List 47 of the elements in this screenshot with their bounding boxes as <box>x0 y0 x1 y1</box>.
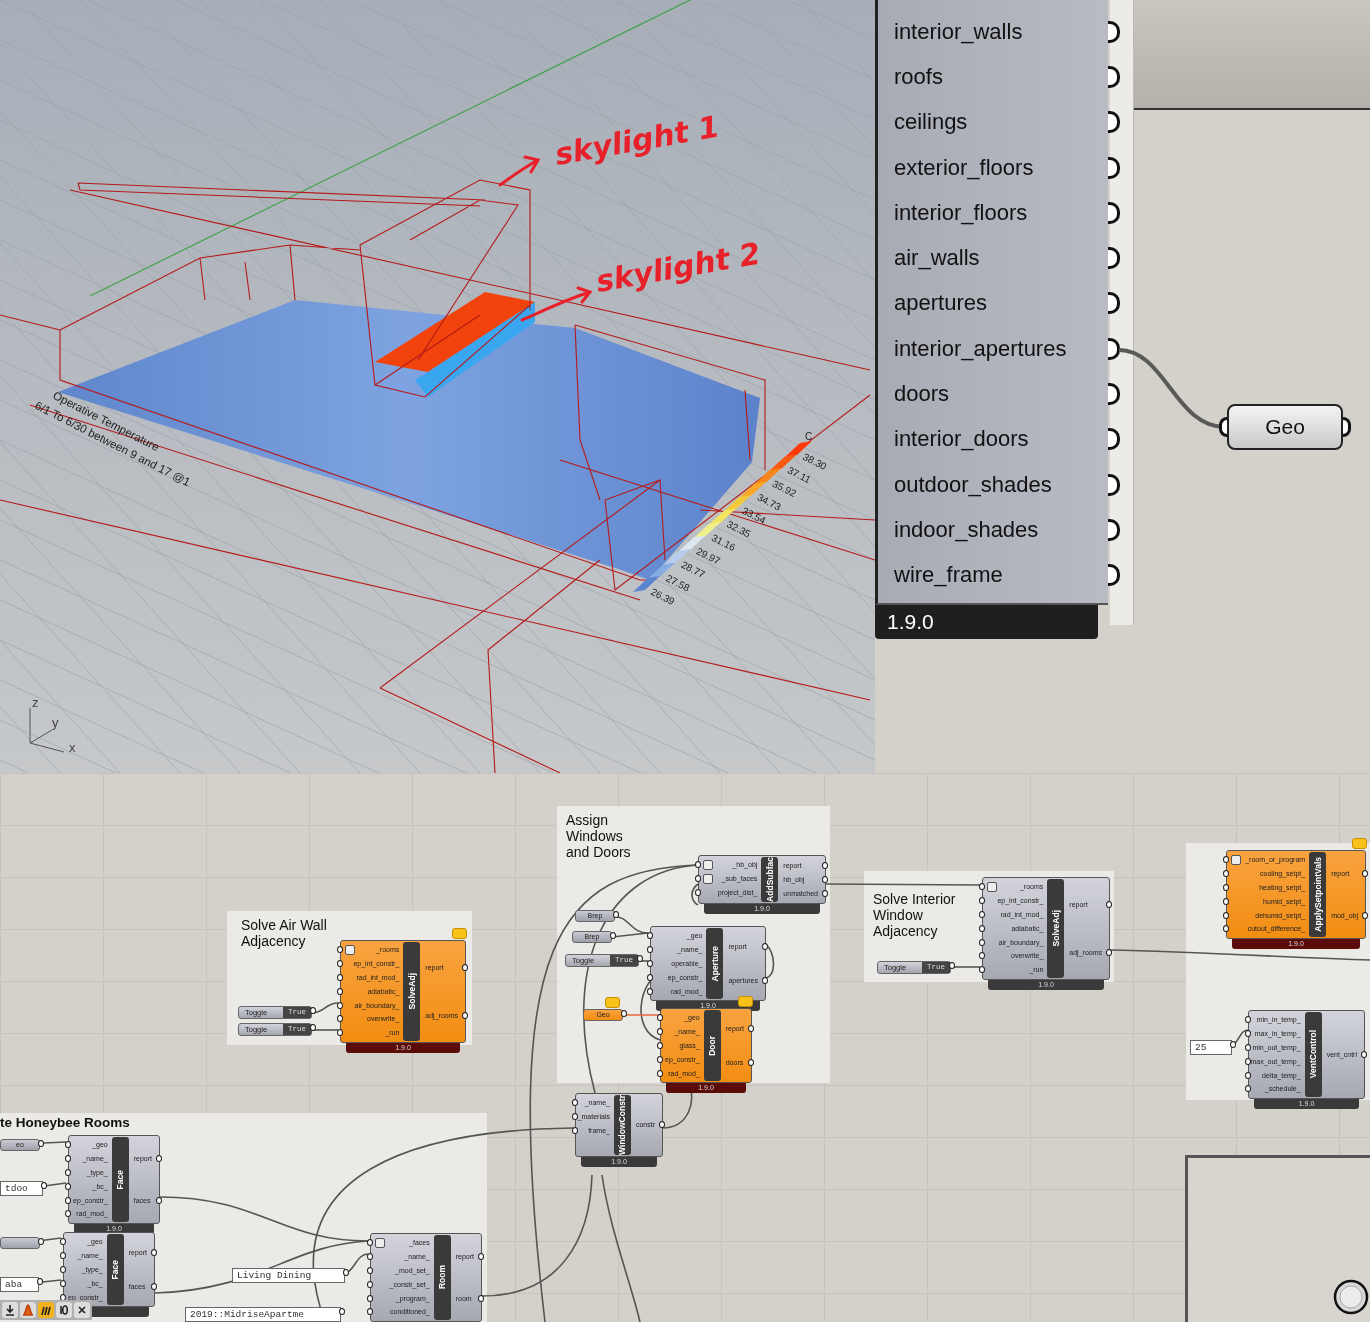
output-label: indoor_shades <box>894 516 1039 543</box>
output-label: roofs <box>894 63 943 90</box>
component-name: Room <box>437 1265 448 1290</box>
bars-icon[interactable] <box>38 1302 54 1318</box>
component-name: ApplySetpointVals <box>1312 857 1323 932</box>
axis-gizmo-icon <box>29 707 65 753</box>
arrow-icon <box>520 286 592 322</box>
output-label: interior_floors <box>894 199 1028 226</box>
component-name: AddSubfac <box>764 857 775 902</box>
component-name: SolveAdj <box>1050 910 1061 947</box>
axis-label: z <box>32 695 39 710</box>
geo-param[interactable]: Geo <box>1227 404 1343 450</box>
output-label: exterior_floors <box>894 154 1034 181</box>
output-port-icon[interactable] <box>1343 417 1351 437</box>
download-icon[interactable] <box>2 1302 18 1318</box>
output-label: apertures <box>894 290 987 317</box>
version-label: 1.9.0 <box>875 605 1098 639</box>
component-name: VentControl <box>1308 1030 1319 1079</box>
component-name: WindowConstr <box>617 1095 628 1155</box>
group-title: Assign Windows and Doors <box>566 812 632 861</box>
wire <box>765 943 775 979</box>
close-icon[interactable] <box>74 1302 90 1318</box>
component-name: Aperture <box>709 945 720 982</box>
component-name: Door <box>707 1035 718 1056</box>
axis-label: y <box>52 715 59 730</box>
number-icon[interactable] <box>56 1302 72 1318</box>
legend-unit: C <box>805 431 813 442</box>
group-title: Solve Air Wall Adjacency <box>241 917 328 950</box>
output-label: interior_walls <box>894 18 1023 45</box>
group-title: Solve Interior Window Adjacency <box>873 891 957 940</box>
bell-curve-icon[interactable] <box>20 1302 36 1318</box>
axis-label: x <box>69 740 76 755</box>
component-name: Face <box>110 1259 121 1280</box>
component-name: SolveAdj <box>406 973 417 1010</box>
output-label: interior_doors <box>894 426 1029 453</box>
handwritten-note: skylight 2 <box>593 235 764 299</box>
arrow-icon <box>498 155 540 187</box>
output-label: interior_apertures <box>894 335 1067 362</box>
output-label: doors <box>894 381 950 407</box>
output-label: air_walls <box>894 245 980 272</box>
output-label: ceilings <box>894 109 968 136</box>
handwritten-note: skylight 1 <box>552 108 723 172</box>
output-label: wire_frame <box>894 562 1003 589</box>
group-title: te Honeybee Rooms <box>0 1115 131 1131</box>
output-label: outdoor_shades <box>894 471 1052 498</box>
navigation-widget-icon[interactable] <box>1332 1278 1370 1316</box>
component-name: Face <box>115 1169 126 1190</box>
